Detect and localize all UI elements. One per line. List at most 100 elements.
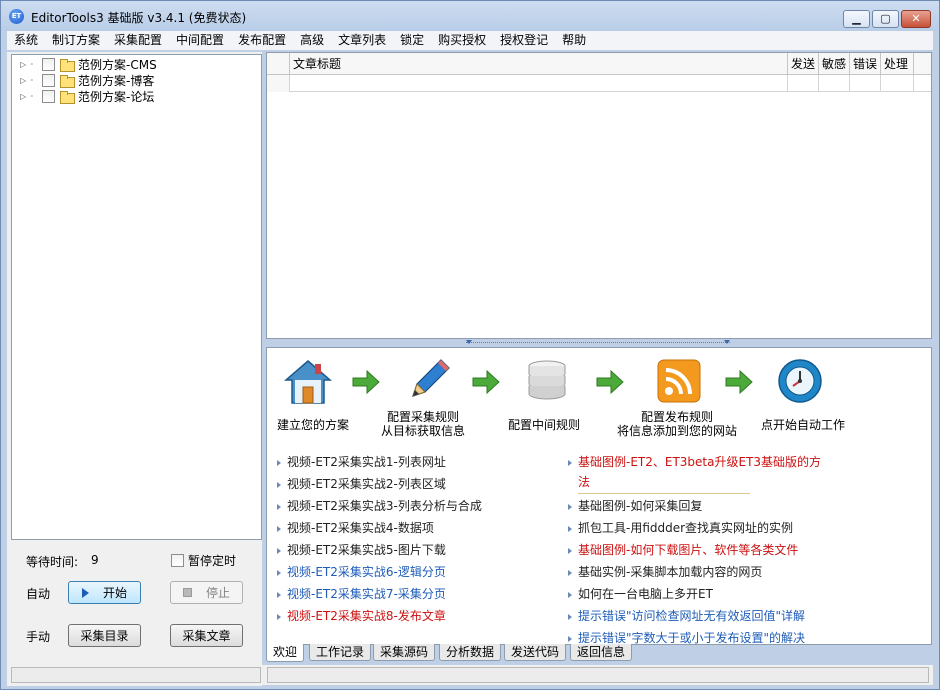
tree-checkbox[interactable] <box>42 73 55 87</box>
start-button[interactable]: 开始 <box>68 581 141 604</box>
menu-plan[interactable]: 制订方案 <box>45 31 107 50</box>
table-row[interactable] <box>267 75 931 92</box>
tutorial-link-continued[interactable]: 法 <box>578 471 750 494</box>
bullet-icon <box>277 481 281 488</box>
tab-welcome[interactable]: 欢迎 <box>266 644 305 662</box>
tutorial-link[interactable]: 视频-ET2采集实战4-数据项 <box>277 517 434 539</box>
step-collect-rules[interactable]: 配置采集规则 从目标获取信息 <box>381 410 465 438</box>
tab-send-code[interactable]: 发送代码 <box>504 644 567 661</box>
arrow-right-icon <box>725 369 753 395</box>
auto-label: 自动 <box>26 587 51 601</box>
expand-arrow-icon[interactable]: ▷ <box>20 76 30 85</box>
step-label-line: 配置采集规则 <box>387 410 460 424</box>
tutorial-link[interactable]: 视频-ET2采集实战2-列表区域 <box>277 473 446 495</box>
table-cell <box>290 75 788 92</box>
tree-item[interactable]: ▷ ··· 范例方案-CMS <box>20 56 157 72</box>
collect-article-button[interactable]: 采集文章 <box>170 624 243 647</box>
menu-article-list[interactable]: 文章列表 <box>331 31 393 50</box>
step-middle-rules[interactable]: 配置中间规则 <box>508 418 580 432</box>
table-cell <box>819 75 850 92</box>
menu-middle-config[interactable]: 中间配置 <box>169 31 231 50</box>
step-create-plan[interactable]: 建立您的方案 <box>277 418 349 432</box>
tutorial-link[interactable]: 视频-ET2采集实战3-列表分析与合成 <box>277 495 482 517</box>
bullet-icon <box>277 459 281 466</box>
bullet-icon <box>568 569 572 576</box>
tutorial-link[interactable]: 视频-ET2采集实战7-采集分页 <box>277 583 446 605</box>
tab-return-info[interactable]: 返回信息 <box>570 644 633 661</box>
panel-splitter[interactable] <box>466 340 730 345</box>
bottom-tabs: 欢迎 工作记录 采集源码 分析数据 发送代码 返回信息 <box>266 644 932 662</box>
link-text: 视频-ET2采集实战4-数据项 <box>287 521 434 535</box>
tutorial-link[interactable]: 基础图例-如何下载图片、软件等各类文件 <box>568 539 798 561</box>
tutorial-link[interactable]: 如何在一台电脑上多开ET <box>568 583 713 605</box>
maximize-button[interactable]: ▢ <box>872 10 899 28</box>
close-button[interactable]: ✕ <box>901 10 931 28</box>
bullet-icon <box>568 547 572 554</box>
menu-lock[interactable]: 锁定 <box>393 31 431 50</box>
step-start-auto[interactable]: 点开始自动工作 <box>761 418 845 432</box>
expand-arrow-icon[interactable]: ▷ <box>20 92 30 101</box>
article-grid[interactable]: 文章标题 发送 敏感 错误 处理 <box>266 52 932 339</box>
menu-publish-config[interactable]: 发布配置 <box>231 31 293 50</box>
tutorial-link[interactable]: 基础图例-如何采集回复 <box>568 495 702 517</box>
bullet-icon <box>568 635 572 642</box>
tutorial-link[interactable]: 视频-ET2采集实战5-图片下载 <box>277 539 446 561</box>
tutorial-link[interactable]: 抓包工具-用fiddder查找真实网址的实例 <box>568 517 793 539</box>
minimize-button[interactable]: ▁ <box>843 10 870 28</box>
tutorial-link[interactable]: 视频-ET2采集实战1-列表网址 <box>277 451 446 473</box>
tab-analyze-data[interactable]: 分析数据 <box>439 644 502 661</box>
tree-line: ··· <box>30 59 34 69</box>
clock-icon[interactable] <box>777 358 823 404</box>
title-bar[interactable]: ET EditorTools3 基础版 v3.4.1 (免费状态) ▁ ▢ ✕ <box>1 1 939 31</box>
menu-buy-license[interactable]: 购买授权 <box>431 31 493 50</box>
maximize-icon: ▢ <box>880 12 891 25</box>
column-process[interactable]: 处理 <box>881 53 914 75</box>
column-error[interactable]: 错误 <box>850 53 881 75</box>
house-icon[interactable] <box>283 358 333 406</box>
welcome-panel: 建立您的方案 配置采集规则 从目标获取信息 配置中间规则 配置发布规则 将信息添… <box>266 347 932 645</box>
tree-item[interactable]: ▷ ··· 范例方案-论坛 <box>20 88 154 104</box>
pencil-icon[interactable] <box>403 356 453 404</box>
bullet-icon <box>568 503 572 510</box>
stop-button[interactable]: 停止 <box>170 581 243 604</box>
link-text: 视频-ET2采集实战2-列表区域 <box>287 477 446 491</box>
bullet-icon <box>277 503 281 510</box>
table-cell <box>788 75 819 92</box>
column-title[interactable]: 文章标题 <box>290 53 788 75</box>
arrow-right-icon <box>352 369 380 395</box>
database-icon[interactable] <box>523 358 571 406</box>
link-text: 视频-ET2采集实战8-发布文章 <box>287 609 446 623</box>
column-send[interactable]: 发送 <box>788 53 819 75</box>
menu-register-license[interactable]: 授权登记 <box>493 31 555 50</box>
menu-advanced[interactable]: 高级 <box>293 31 331 50</box>
table-cell <box>850 75 881 92</box>
plan-tree[interactable]: ▷ ··· 范例方案-CMS ▷ ··· 范例方案-博客 ▷ ··· 范例方案-… <box>11 54 262 540</box>
grid-header: 文章标题 发送 敏感 错误 处理 <box>267 53 931 75</box>
row-header-corner <box>267 53 290 75</box>
tree-line: ··· <box>30 91 34 101</box>
menu-system[interactable]: 系统 <box>7 31 45 50</box>
tree-checkbox[interactable] <box>42 89 55 103</box>
tab-collect-source[interactable]: 采集源码 <box>373 644 436 661</box>
collect-directory-button[interactable]: 采集目录 <box>68 624 141 647</box>
tree-line: ··· <box>30 75 34 85</box>
row-header <box>267 75 290 92</box>
rss-feed-icon[interactable] <box>656 358 702 404</box>
tab-work-log[interactable]: 工作记录 <box>309 644 372 661</box>
tutorial-link[interactable]: 视频-ET2采集实战6-逻辑分页 <box>277 561 446 583</box>
menu-collect-config[interactable]: 采集配置 <box>107 31 169 50</box>
tree-item-label: 范例方案-CMS <box>78 57 157 72</box>
expand-arrow-icon[interactable]: ▷ <box>20 60 30 69</box>
column-sensitive[interactable]: 敏感 <box>819 53 850 75</box>
tutorial-link[interactable]: 视频-ET2采集实战8-发布文章 <box>277 605 446 627</box>
step-publish-rules[interactable]: 配置发布规则 将信息添加到您的网站 <box>617 410 737 438</box>
pause-timer-checkbox[interactable] <box>171 554 184 567</box>
tutorial-link[interactable]: 基础图例-ET2、ET3beta升级ET3基础版的方 <box>568 451 821 473</box>
tutorial-link[interactable]: 基础实例-采集脚本加载内容的网页 <box>568 561 762 583</box>
bullet-icon <box>568 525 572 532</box>
tree-checkbox[interactable] <box>42 57 55 71</box>
tree-item[interactable]: ▷ ··· 范例方案-博客 <box>20 72 154 88</box>
tutorial-link[interactable]: 提示错误"字数大于或小于发布设置"的解决 <box>568 627 805 644</box>
tutorial-link[interactable]: 提示错误"访问检查网址无有效返回值"详解 <box>568 605 805 627</box>
menu-help[interactable]: 帮助 <box>555 31 593 50</box>
